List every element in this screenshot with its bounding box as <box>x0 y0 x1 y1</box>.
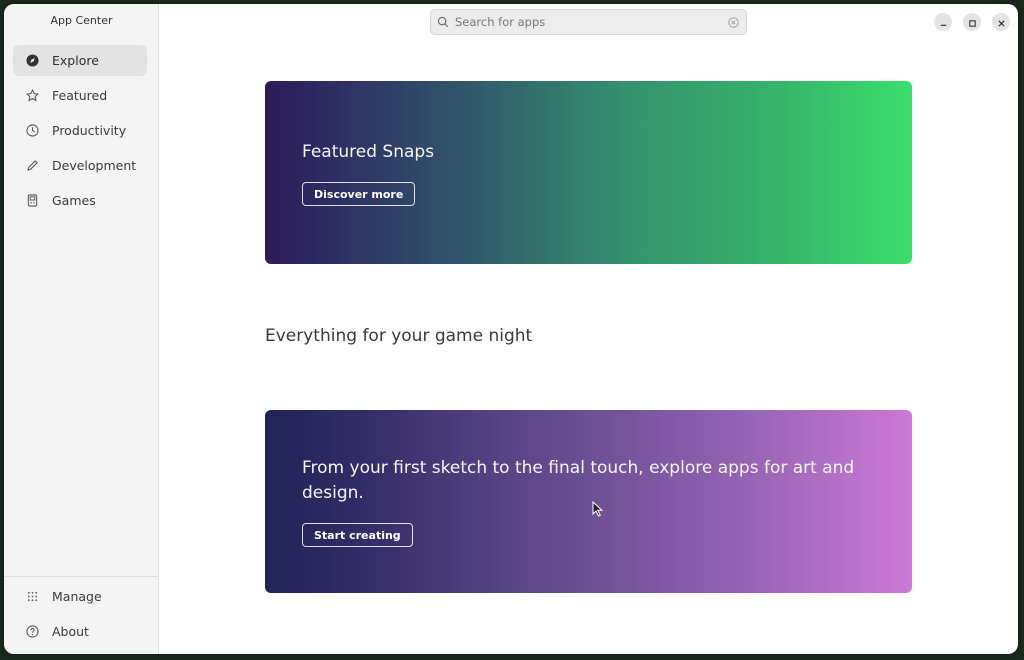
close-button[interactable] <box>992 13 1010 31</box>
sidebar-item-label: About <box>52 624 89 639</box>
app-title: App Center <box>50 14 113 27</box>
sidebar-item-label: Featured <box>52 88 108 103</box>
sidebar-item-label: Development <box>52 158 137 173</box>
sidebar-item-development[interactable]: Development <box>13 150 147 181</box>
banner-title: Featured Snaps <box>302 142 435 162</box>
sidebar-item-productivity[interactable]: Productivity <box>13 115 147 146</box>
sidebar-item-explore[interactable]: Explore <box>13 45 147 76</box>
banner-title: From your first sketch to the final touc… <box>302 458 855 503</box>
pencil-icon <box>25 159 39 173</box>
clear-search-icon[interactable] <box>728 16 739 28</box>
help-icon <box>25 625 39 639</box>
search-input[interactable] <box>455 15 728 29</box>
maximize-icon <box>968 13 977 32</box>
gamepad-icon <box>25 194 39 208</box>
star-icon <box>25 89 39 103</box>
sidebar-item-about[interactable]: About <box>13 616 147 647</box>
search-icon <box>437 13 449 32</box>
sidebar-bottom: Manage About <box>4 576 159 654</box>
sidebar-item-manage[interactable]: Manage <box>13 581 147 612</box>
mouse-cursor-icon <box>592 500 604 521</box>
sidebar-item-label: Manage <box>52 589 102 604</box>
sidebar-nav: Explore Featured Productivity Developmen… <box>13 45 147 220</box>
minimize-button[interactable] <box>934 13 952 31</box>
sidebar-item-featured[interactable]: Featured <box>13 80 147 111</box>
section-title-game-night: Everything for your game night <box>265 326 533 346</box>
sidebar-bottom-nav: Manage About <box>13 581 147 651</box>
grid-icon <box>25 590 39 604</box>
app-window: App Center Explore Featured Productivity <box>4 4 1018 654</box>
maximize-button[interactable] <box>963 13 981 31</box>
sidebar-item-label: Productivity <box>52 123 127 138</box>
clock-icon <box>25 124 39 138</box>
featured-snaps-banner: Featured Snaps Discover more <box>265 81 912 264</box>
close-icon <box>997 13 1006 32</box>
start-creating-button[interactable]: Start creating <box>302 523 413 547</box>
sidebar-item-label: Games <box>52 193 96 208</box>
sidebar: App Center Explore Featured Productivity <box>4 4 159 654</box>
compass-icon <box>25 54 39 68</box>
sidebar-item-label: Explore <box>52 53 99 68</box>
minimize-icon <box>939 13 948 32</box>
sidebar-item-games[interactable]: Games <box>13 185 147 216</box>
search-bar[interactable] <box>430 9 747 35</box>
art-design-banner: From your first sketch to the final touc… <box>265 410 912 593</box>
discover-more-button[interactable]: Discover more <box>302 182 416 206</box>
